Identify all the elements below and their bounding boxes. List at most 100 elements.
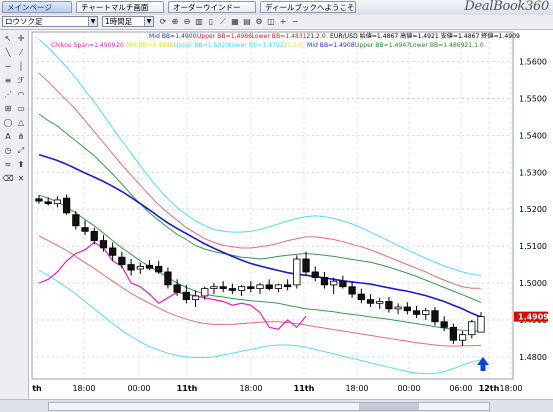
price-chart[interactable]: 1.5600 1.5500 1.5400 1.5300 1.5200 1.5100 1.50… <box>29 30 553 399</box>
candle-body <box>422 310 430 315</box>
plus-icon[interactable]: + <box>278 16 288 27</box>
candle-body <box>274 284 283 289</box>
candle-body <box>219 286 227 289</box>
candle-body <box>256 284 264 289</box>
candle-body <box>330 280 338 286</box>
candle-body <box>431 310 439 323</box>
horizontal-line-icon[interactable]: ─ <box>2 61 14 72</box>
legend-text: Upper BB=1.4986 <box>197 33 252 40</box>
refresh-icon[interactable]: ⟳ <box>158 16 168 27</box>
cycle-icon[interactable]: ◷ <box>2 145 14 156</box>
candle-body <box>118 256 126 265</box>
x-tick-label: 12th <box>479 384 500 393</box>
y-tick-label: 1.5600 <box>519 58 547 67</box>
line-icon[interactable]: ⟋ <box>218 16 228 27</box>
bar-icon[interactable]: ▥ <box>194 16 204 27</box>
text-icon[interactable]: A <box>2 131 14 142</box>
crosshair-icon[interactable]: ✛ <box>15 33 27 44</box>
chart-icon[interactable]: ◫ <box>266 16 276 27</box>
legend-text: Mid BB=1.4900 <box>149 33 197 40</box>
delete-icon[interactable]: ✕ <box>15 173 27 184</box>
candle-body <box>145 264 154 269</box>
arrow-up-icon[interactable]: ⬆ <box>15 159 27 170</box>
candle-body <box>155 266 163 273</box>
legend-text: Mid BB=1.4940 <box>126 42 174 49</box>
eraser-icon[interactable]: ⌫ <box>2 173 14 184</box>
candle-body <box>449 326 457 341</box>
candle-body <box>468 321 476 336</box>
chart-toolbar: ロウソク足 ▼ 1時間足 ▼ ⟳ ⊕ ⊖ ▥ ▯ ⟋ ▦ ▤ ⚙ ◫ + − <box>0 15 553 30</box>
candle-body <box>412 310 421 315</box>
chart-type-select[interactable]: ロウソク足 ▼ <box>2 16 98 27</box>
legend-text: Lower BB=1.4831 <box>252 33 307 40</box>
y-tick-label: 1.5200 <box>519 205 547 214</box>
x-tick-label: 18:00 <box>72 384 95 393</box>
candle-body <box>265 284 273 289</box>
minus-icon[interactable]: − <box>290 16 300 27</box>
legend-text: 21,3.0 <box>283 42 303 49</box>
interval-select[interactable]: 1時間足 ▼ <box>102 16 154 27</box>
fib-fan-icon[interactable]: ⋰ <box>2 89 14 100</box>
legend-text: Chikou Span=1.4909 <box>51 42 116 49</box>
legend-text: Lower BB=1.4869 <box>410 42 465 49</box>
candle-body <box>284 284 292 288</box>
candle-body <box>210 286 218 289</box>
rectangle-icon[interactable]: ▭ <box>15 103 27 114</box>
x-tick-label: 18:00 <box>345 384 368 393</box>
tab-welcome-dealbook[interactable]: ディールブックへようこそ <box>260 1 356 13</box>
candle-body <box>403 306 411 312</box>
legend-text: Mid BB=1.4908 <box>307 42 355 49</box>
channel-icon[interactable]: ≡ <box>2 75 14 86</box>
candle-body <box>81 227 89 232</box>
candle-body <box>385 301 393 310</box>
legend-text: EUR/USD 始値=1.4867 高値=1.4921 安値=1.4867 終値… <box>330 32 520 40</box>
layout-icon[interactable]: ▤ <box>242 16 252 27</box>
candle-body <box>127 264 135 271</box>
x-tick-label: 11th <box>294 384 315 393</box>
legend-text: 21,1.0 <box>464 42 484 49</box>
candle-body <box>237 286 246 291</box>
candle-body <box>173 284 181 293</box>
select-arrow-icon[interactable]: ↖ <box>2 33 14 44</box>
candle-body <box>394 306 402 310</box>
fib-arc-icon[interactable]: ◠ <box>15 89 27 100</box>
x-tick-label: 11th <box>177 384 198 393</box>
scrollbar-thumb[interactable] <box>359 403 419 410</box>
y-tick-label: 1.5000 <box>519 279 547 288</box>
tab-main-page[interactable]: メインページ <box>2 1 72 13</box>
candle-body <box>320 277 329 286</box>
brand-logo: DealBook360 <box>464 0 549 14</box>
trendline-icon[interactable]: ╲ <box>2 47 14 58</box>
pitchfork-icon[interactable]: ⋔ <box>15 131 27 142</box>
triangle-icon[interactable]: △ <box>15 117 27 128</box>
fibonacci-icon[interactable]: ℱ <box>15 75 27 86</box>
regression-icon[interactable]: ≈ <box>2 159 14 170</box>
tab-chart-multi[interactable]: チャートマルチ画面 <box>76 1 164 13</box>
x-tick-label: 06:00 <box>449 384 472 393</box>
ellipse-icon[interactable]: ◯ <box>2 117 14 128</box>
candle-body <box>72 214 80 227</box>
drawing-tools: ↖ ✛ ╲ ⁄ ─ │ ≡ ℱ ⋰ ◠ ⊞ ▭ ◯ △ A ⋔ ◷ ⤢ ≈ ⬆ ⌫ ✕ <box>0 30 29 399</box>
ray-icon[interactable]: ⁄ <box>15 47 27 58</box>
gann-icon[interactable]: ⊞ <box>2 103 14 114</box>
speed-line-icon[interactable]: ⤢ <box>15 145 27 156</box>
candle-body <box>366 299 375 304</box>
candle-body <box>339 280 347 288</box>
vertical-line-icon[interactable]: │ <box>15 61 27 72</box>
candle-body <box>191 295 200 301</box>
y-tick-label: 1.5300 <box>519 168 547 177</box>
zoom-out-icon[interactable]: ⊖ <box>182 16 192 27</box>
candle-body <box>164 271 172 286</box>
chart-type-value: ロウソク足 <box>5 17 43 26</box>
horizontal-scrollbar[interactable] <box>48 402 490 411</box>
candle-body <box>35 198 43 202</box>
zoom-in-icon[interactable]: ⊕ <box>170 16 180 27</box>
candle-body <box>90 230 98 241</box>
candle-icon[interactable]: ▯ <box>206 16 216 27</box>
tab-order-window[interactable]: オーダーウインドー <box>168 1 256 13</box>
grid-icon[interactable]: ▦ <box>230 16 240 27</box>
settings-icon[interactable]: ⚙ <box>254 16 264 27</box>
candle-body <box>99 240 108 249</box>
candle-body <box>357 293 365 301</box>
legend-text: Lower BB=1.4792 <box>229 42 284 49</box>
